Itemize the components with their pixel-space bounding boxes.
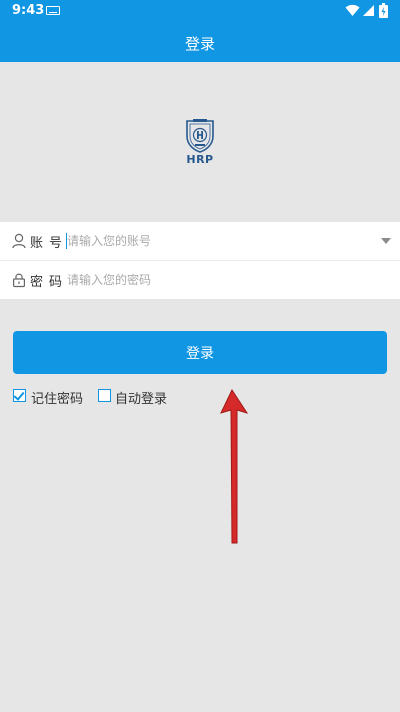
user-icon bbox=[12, 233, 26, 249]
page-title: 登录 bbox=[184, 34, 215, 53]
hrp-logo: HRP bbox=[181, 117, 219, 167]
auto-login-label[interactable]: 自动登录 bbox=[115, 388, 167, 407]
logo-text: HRP bbox=[186, 153, 214, 166]
checkmark-icon bbox=[13, 389, 25, 401]
lock-icon bbox=[13, 273, 26, 288]
status-bar: 9:43 bbox=[0, 0, 400, 24]
account-label: 账号 bbox=[30, 236, 69, 251]
battery-icon bbox=[379, 3, 388, 18]
account-input[interactable] bbox=[65, 230, 367, 252]
login-form: 账号 密码 bbox=[0, 222, 400, 299]
password-label: 密码 bbox=[30, 275, 69, 290]
text-cursor bbox=[66, 233, 67, 249]
account-row: 账号 bbox=[0, 222, 400, 260]
password-row: 密码 bbox=[0, 261, 400, 299]
keyboard-icon bbox=[46, 6, 60, 15]
account-dropdown-icon[interactable] bbox=[381, 238, 391, 244]
shield-seal-icon bbox=[186, 119, 214, 153]
password-input[interactable] bbox=[65, 269, 367, 291]
wifi-icon bbox=[345, 4, 360, 16]
auto-login-checkbox[interactable] bbox=[98, 389, 111, 402]
remember-password-checkbox[interactable] bbox=[13, 389, 26, 402]
title-bar: 登录 bbox=[0, 24, 400, 62]
remember-password-label[interactable]: 记住密码 bbox=[31, 388, 83, 407]
signal-icon bbox=[363, 5, 374, 16]
login-button[interactable]: 登录 bbox=[13, 331, 387, 374]
red-arrow-annotation-icon bbox=[220, 388, 249, 544]
status-time: 9:43 bbox=[12, 3, 45, 18]
